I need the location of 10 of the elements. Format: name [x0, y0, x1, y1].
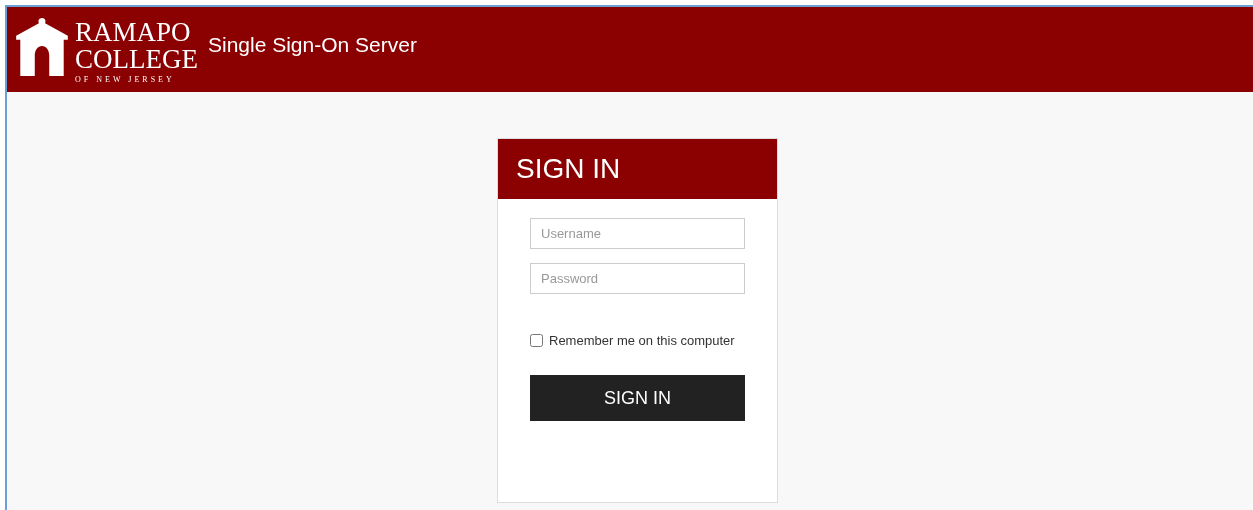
logo-text: RAMAPO [75, 18, 192, 46]
site-title: Single Sign-On Server [208, 32, 417, 57]
logo-text: COLLEGE [75, 45, 198, 73]
sign-in-button[interactable]: SIGN IN [530, 375, 745, 421]
checkbox-label[interactable]: Remember me on this computer [549, 333, 735, 348]
input-field[interactable]: Password [530, 263, 745, 294]
remember-checkbox[interactable] [530, 334, 543, 347]
card-title: SIGN IN [516, 153, 621, 185]
logo-tagline: OF NEW JERSEY [75, 75, 176, 84]
input-field[interactable]: Username [530, 218, 745, 249]
